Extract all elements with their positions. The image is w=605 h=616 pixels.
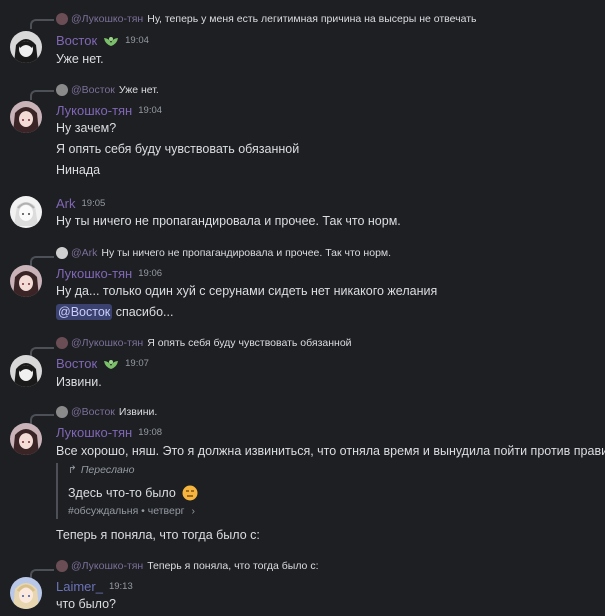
reply-connector: [30, 414, 54, 424]
user-mention[interactable]: @Восток: [56, 304, 113, 320]
message-text: Нинада: [56, 163, 101, 177]
reply-author[interactable]: @Ark: [71, 247, 97, 259]
reply-text: Ну ты ничего не пропагандировала и проче…: [101, 247, 392, 259]
chevron-right-icon: ›: [191, 505, 195, 517]
reply-text: Извини.: [118, 406, 158, 418]
reply-text: Я опять себя буду чувствовать обязанной: [147, 337, 352, 349]
reply-connector: [30, 569, 54, 579]
message-text: Теперь я поняла, что тогда было с:: [56, 528, 260, 542]
leaf-badge-icon: [103, 357, 119, 369]
avatar[interactable]: [10, 265, 42, 297]
reply-connector: [30, 90, 54, 100]
avatar[interactable]: [10, 355, 42, 387]
username[interactable]: Ark: [56, 196, 76, 211]
username[interactable]: Восток: [56, 33, 97, 48]
timestamp: 19:04: [125, 34, 149, 46]
timestamp: 19:04: [138, 104, 163, 116]
reply-avatar: [56, 84, 68, 96]
message-text: Ну ты ничего не пропагандировала и проче…: [56, 214, 401, 228]
reply-avatar: [56, 247, 68, 259]
username[interactable]: Лукошко-тян: [56, 425, 132, 440]
timestamp: 19:07: [125, 357, 149, 369]
timestamp: 19:06: [138, 267, 163, 279]
reply-author[interactable]: @Восток: [71, 406, 115, 418]
reply-avatar: [56, 337, 68, 349]
message-text: Извини.: [56, 375, 102, 389]
avatar[interactable]: [10, 196, 42, 228]
username[interactable]: Восток: [56, 356, 97, 371]
message-text: что было?: [56, 597, 117, 611]
avatar[interactable]: [10, 423, 42, 455]
avatar[interactable]: [10, 577, 42, 609]
reply-author[interactable]: @Восток: [71, 84, 115, 96]
reply-avatar: [56, 406, 68, 418]
message-text: Уже нет.: [56, 52, 104, 66]
leaf-badge-icon: [103, 34, 119, 46]
unamused-face-emoji: [182, 485, 198, 501]
reply-preview[interactable]: @Лукошко-тян Я опять себя буду чувствова…: [56, 335, 352, 351]
reply-preview[interactable]: @Лукошко-тян Теперь я поняла, что тогда …: [56, 558, 319, 574]
reply-preview[interactable]: @Восток Извини.: [56, 404, 157, 420]
mention-line-text: спасибо...: [112, 305, 174, 319]
reply-preview[interactable]: @Ark Ну ты ничего не пропагандировала и …: [56, 245, 391, 261]
reply-connector: [30, 347, 54, 357]
message-text: Я опять себя буду чувствовать обязанной: [56, 142, 300, 156]
forward-bar: [56, 463, 58, 519]
timestamp: 19:13: [108, 580, 133, 592]
timestamp: 19:08: [138, 426, 163, 438]
reply-text: Теперь я поняла, что тогда было с:: [147, 560, 319, 572]
message-text: @Восток спасибо...: [56, 304, 174, 320]
reply-connector: [30, 19, 54, 29]
avatar[interactable]: [10, 31, 42, 63]
reply-author[interactable]: @Лукошко-тян: [71, 13, 143, 25]
forwarded-label: ↱ Переслано: [68, 464, 135, 476]
forward-source[interactable]: #обсуждальня • четверг ›: [68, 505, 195, 517]
reply-text: Ну, теперь у меня есть легитимная причин…: [147, 13, 477, 25]
forward-arrow-icon: ↱: [68, 464, 77, 476]
username[interactable]: Laimer_: [56, 579, 103, 594]
reply-author[interactable]: @Лукошко-тян: [71, 337, 143, 349]
avatar[interactable]: [10, 101, 42, 133]
message-text: Ну да... только один хуй с серунами сиде…: [56, 284, 438, 298]
forwarded-text: Здесь что-то было: [68, 485, 198, 501]
username[interactable]: Лукошко-тян: [56, 266, 132, 281]
timestamp: 19:05: [81, 197, 106, 209]
reply-avatar: [56, 560, 68, 572]
message-text: Ну зачем?: [56, 121, 117, 135]
username[interactable]: Лукошко-тян: [56, 103, 132, 118]
reply-preview[interactable]: @Лукошко-тян Ну, теперь у меня есть леги…: [56, 11, 476, 27]
reply-avatar: [56, 13, 68, 25]
reply-connector: [30, 256, 54, 266]
message-text: Все хорошо, няш. Это я должна извиниться…: [56, 444, 605, 458]
reply-text: Уже нет.: [118, 84, 159, 96]
reply-author[interactable]: @Лукошко-тян: [71, 560, 143, 572]
reply-preview[interactable]: @Восток Уже нет.: [56, 82, 159, 98]
